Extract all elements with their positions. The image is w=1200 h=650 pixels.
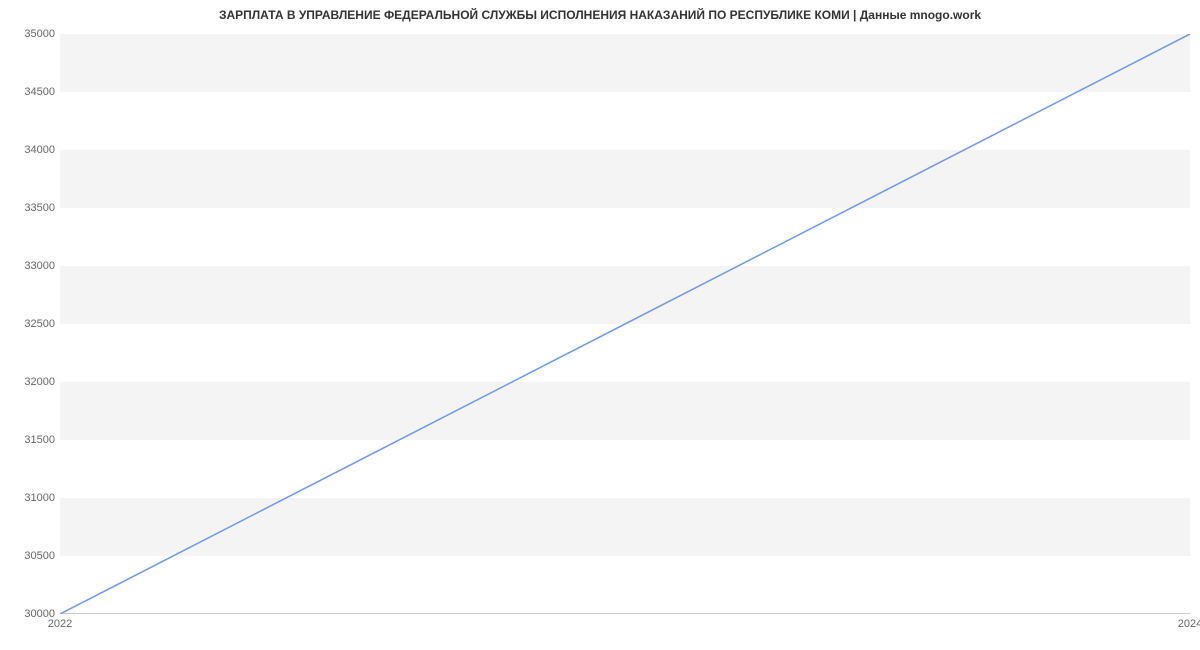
y-tick-label: 32500 [5, 318, 55, 330]
chart-title: ЗАРПЛАТА В УПРАВЛЕНИЕ ФЕДЕРАЛЬНОЙ СЛУЖБЫ… [0, 8, 1200, 22]
y-tick-label: 30500 [5, 550, 55, 562]
y-tick-label: 33500 [5, 202, 55, 214]
x-tick-label: 2024 [1178, 618, 1200, 630]
data-line [60, 34, 1190, 614]
y-tick-label: 31000 [5, 492, 55, 504]
x-tick-label: 2022 [48, 618, 72, 630]
chart-container: ЗАРПЛАТА В УПРАВЛЕНИЕ ФЕДЕРАЛЬНОЙ СЛУЖБЫ… [0, 0, 1200, 650]
line-series [60, 34, 1190, 614]
y-tick-label: 32000 [5, 376, 55, 388]
y-tick-label: 34000 [5, 144, 55, 156]
y-tick-label: 34500 [5, 86, 55, 98]
y-tick-label: 33000 [5, 260, 55, 272]
plot-area [60, 34, 1190, 614]
y-tick-label: 31500 [5, 434, 55, 446]
y-tick-label: 35000 [5, 28, 55, 40]
